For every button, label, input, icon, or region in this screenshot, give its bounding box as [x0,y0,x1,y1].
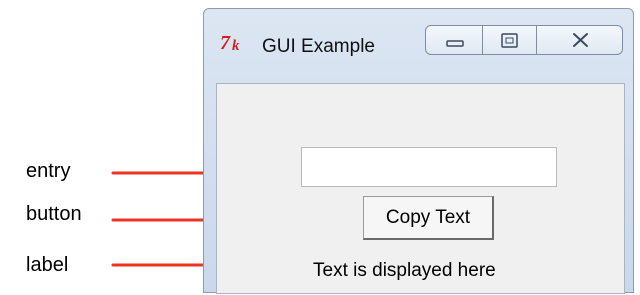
minimize-icon [446,40,464,47]
svg-text:k: k [232,38,240,53]
window-title: GUI Example [262,36,375,57]
svg-text:7: 7 [220,32,231,53]
text-entry[interactable] [301,147,557,187]
window-client-area: Copy Text Text is displayed here [216,83,625,294]
maximize-button[interactable] [483,25,537,55]
close-icon [573,33,588,47]
app-window: 7 k GUI Example Copy Text Text is displa… [203,8,634,294]
display-label: Text is displayed here [313,260,496,281]
tk-feather-icon: 7 k [220,31,246,54]
maximize-icon [501,33,518,48]
minimize-button[interactable] [425,25,483,55]
copy-text-button[interactable]: Copy Text [363,196,494,240]
close-button[interactable] [537,25,623,55]
